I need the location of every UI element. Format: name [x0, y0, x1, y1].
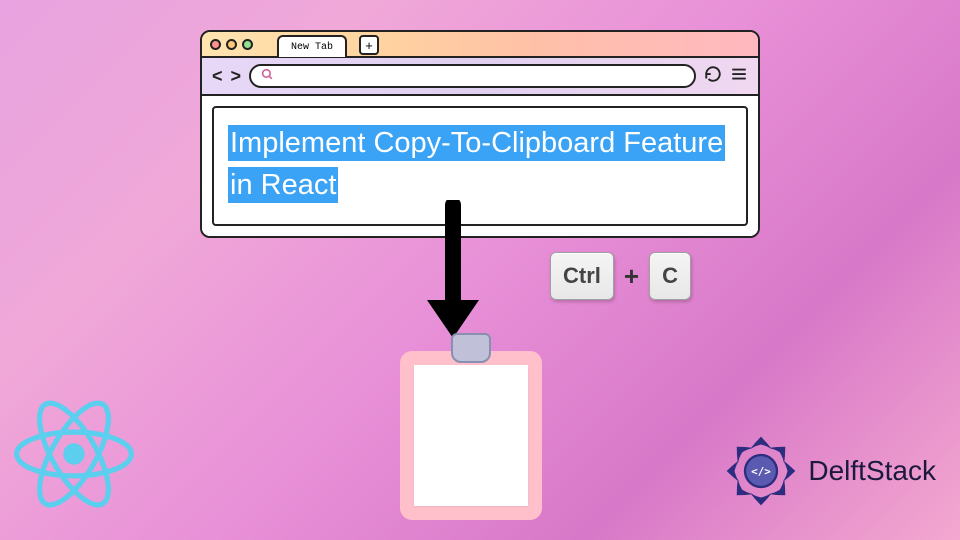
- plus-icon: +: [365, 38, 373, 53]
- headline-text: Implement Copy-To-Clipboard Feature in R…: [228, 125, 725, 203]
- delftstack-label: DelftStack: [808, 455, 936, 487]
- browser-toolbar: < >: [202, 58, 758, 96]
- window-controls: [210, 39, 253, 50]
- browser-titlebar: New Tab +: [202, 32, 758, 58]
- tab-label: New Tab: [291, 42, 333, 53]
- hamburger-menu-icon[interactable]: [730, 65, 748, 88]
- clipboard-clip: [451, 333, 491, 363]
- address-bar[interactable]: [249, 64, 696, 88]
- forward-button[interactable]: >: [231, 66, 242, 87]
- highlighted-headline: Implement Copy-To-Clipboard Feature in R…: [228, 122, 732, 206]
- search-icon: [261, 68, 274, 84]
- close-dot[interactable]: [210, 39, 221, 50]
- new-tab-button[interactable]: +: [359, 35, 379, 55]
- back-button[interactable]: <: [212, 66, 223, 87]
- minimize-dot[interactable]: [226, 39, 237, 50]
- ctrl-key: Ctrl: [550, 252, 614, 300]
- plus-separator: +: [624, 261, 639, 292]
- clipboard-paper: [414, 365, 528, 506]
- react-logo-icon: [14, 394, 134, 514]
- delftstack-badge-icon: </>: [722, 432, 800, 510]
- maximize-dot[interactable]: [242, 39, 253, 50]
- c-key: C: [649, 252, 691, 300]
- svg-text:</>: </>: [752, 465, 772, 478]
- browser-tab[interactable]: New Tab: [277, 35, 347, 57]
- delftstack-brand: </> DelftStack: [722, 432, 936, 510]
- clipboard-icon: [400, 335, 542, 520]
- refresh-icon[interactable]: [704, 65, 722, 88]
- keyboard-shortcut: Ctrl + C: [550, 252, 691, 300]
